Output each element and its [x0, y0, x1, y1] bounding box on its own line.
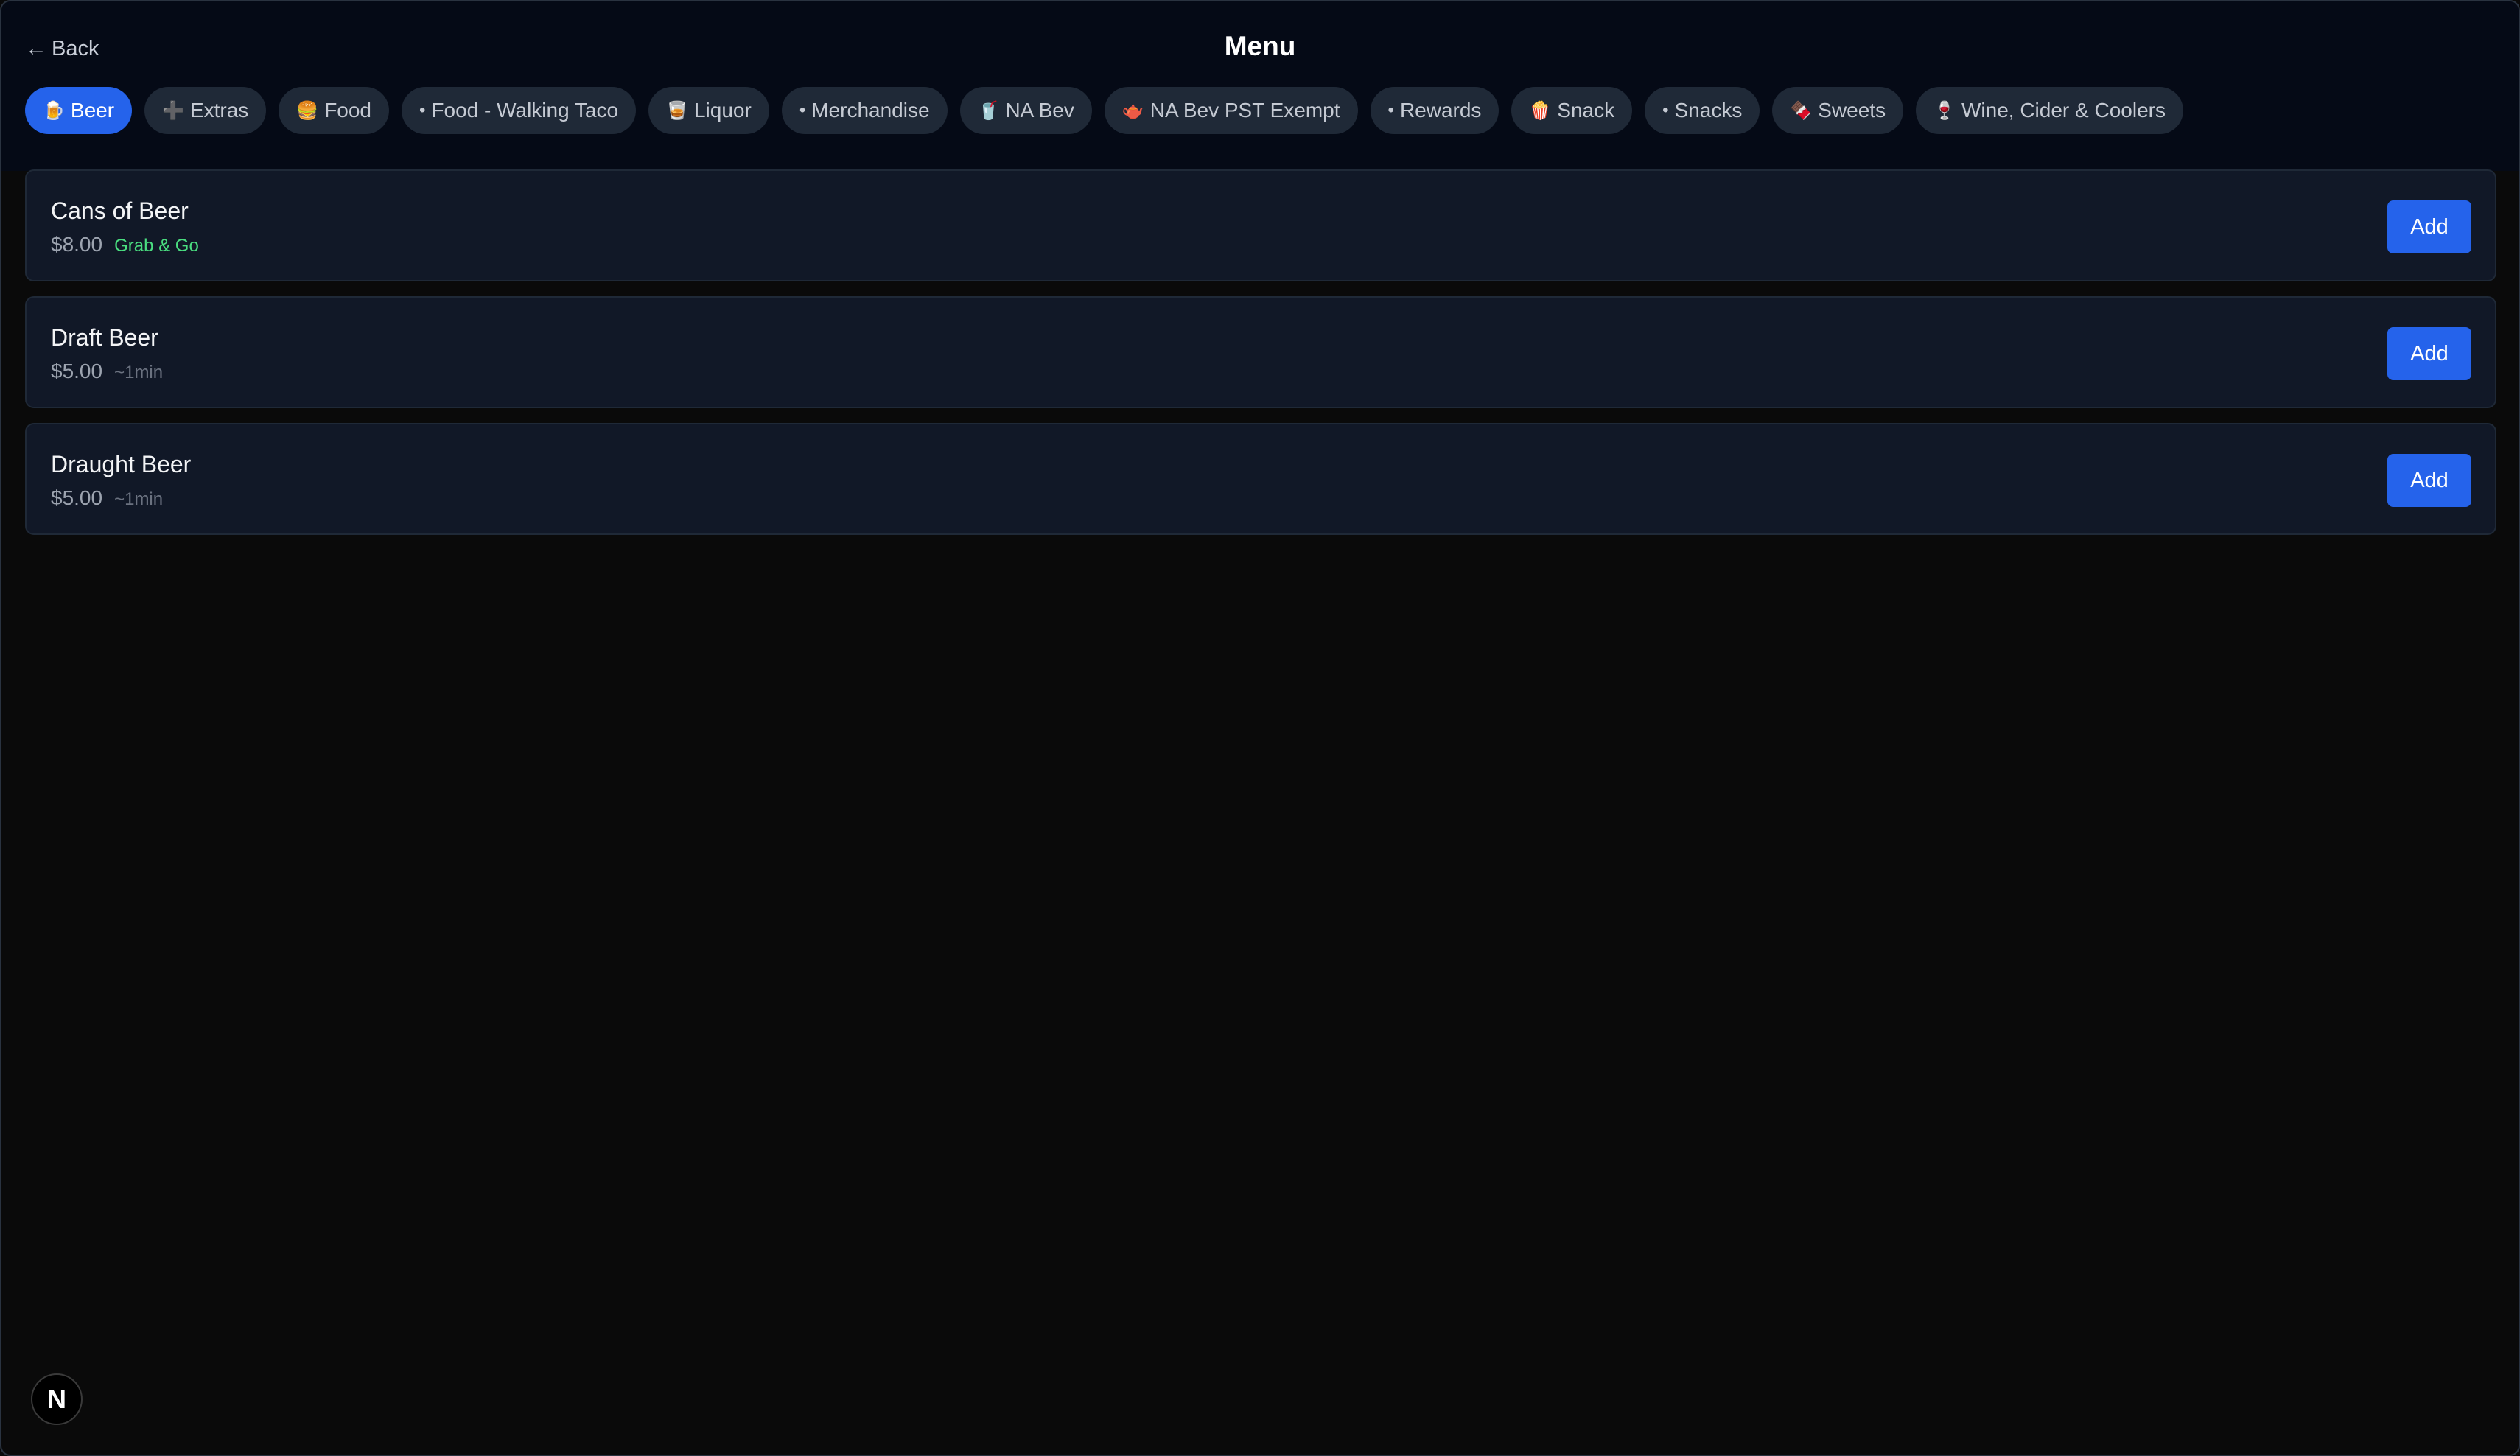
item-eta: ~1min: [114, 489, 164, 509]
tab-label: Wine, Cider & Coolers: [1961, 99, 2166, 122]
header: ← Back Menu 🍺 Beer ➕ Extras 🍔 Food • Foo…: [1, 1, 2519, 171]
burger-icon: 🍔: [296, 100, 319, 121]
page-title: Menu: [1224, 31, 1296, 61]
tab-label: Liquor: [693, 99, 752, 122]
tab-label: Food: [324, 99, 372, 122]
tab-label: Snack: [1557, 99, 1615, 122]
item-name: Cans of Beer: [51, 197, 189, 224]
item-eta: ~1min: [114, 363, 164, 382]
bullet-icon: •: [419, 100, 426, 120]
grab-and-go-tag: Grab & Go: [114, 236, 199, 256]
tab-extras[interactable]: ➕ Extras: [144, 87, 267, 134]
menu-item: Cans of Beer $8.00 Grab & Go Add: [25, 169, 2496, 281]
tab-na-bev[interactable]: 🥤 NA Bev: [959, 87, 1092, 134]
tab-label: Snacks: [1674, 99, 1743, 122]
tab-label: Extras: [189, 99, 249, 122]
item-meta: $8.00 Grab & Go: [51, 233, 199, 256]
chocolate-bar-icon: 🍫: [1790, 100, 1813, 121]
bullet-icon: •: [1662, 100, 1669, 120]
item-name: Draught Beer: [51, 451, 192, 477]
tab-label: Beer: [70, 99, 115, 122]
tab-label: NA Bev: [1005, 99, 1074, 122]
tab-label: Sweets: [1818, 99, 1886, 122]
add-button[interactable]: Add: [2387, 200, 2471, 253]
add-button[interactable]: Add: [2387, 454, 2471, 507]
tab-rewards[interactable]: • Rewards: [1370, 87, 1499, 134]
item-name: Draft Beer: [51, 324, 158, 351]
cup-with-straw-icon: 🥤: [977, 100, 1000, 121]
teapot-icon: 🫖: [1121, 100, 1144, 121]
tab-food[interactable]: 🍔 Food: [279, 87, 390, 134]
item-meta: $5.00 ~1min: [51, 360, 163, 383]
item-price: $8.00: [51, 233, 103, 256]
menu-item: Draft Beer $5.00 ~1min Add: [25, 296, 2496, 408]
tab-label: Rewards: [1399, 99, 1482, 122]
tab-sweets[interactable]: 🍫 Sweets: [1772, 87, 1904, 134]
tab-wine-cider-coolers[interactable]: 🍷 Wine, Cider & Coolers: [1916, 87, 2183, 134]
tab-merchandise[interactable]: • Merchandise: [781, 87, 948, 134]
tab-snack[interactable]: 🍿 Snack: [1511, 87, 1633, 134]
item-price: $5.00: [51, 486, 103, 509]
tab-food-walking-taco[interactable]: • Food - Walking Taco: [402, 87, 637, 134]
bullet-icon: •: [1387, 100, 1394, 120]
tab-label: NA Bev PST Exempt: [1149, 99, 1340, 122]
tab-liquor[interactable]: 🥃 Liquor: [648, 87, 769, 134]
app-window: ← Back Menu 🍺 Beer ➕ Extras 🍔 Food • Foo…: [0, 0, 2520, 1456]
tab-label: Food - Walking Taco: [431, 99, 619, 122]
plus-icon: ➕: [162, 100, 184, 121]
dev-tools-badge[interactable]: N: [31, 1373, 83, 1425]
tumbler-glass-icon: 🥃: [666, 100, 688, 121]
item-meta: $5.00 ~1min: [51, 486, 163, 510]
tab-snacks[interactable]: • Snacks: [1645, 87, 1760, 134]
menu-item-list: Cans of Beer $8.00 Grab & Go Add Draft B…: [25, 169, 2496, 550]
tab-beer[interactable]: 🍺 Beer: [25, 87, 133, 134]
category-tabs: 🍺 Beer ➕ Extras 🍔 Food • Food - Walking …: [25, 87, 2183, 134]
tab-na-bev-pst-exempt[interactable]: 🫖 NA Bev PST Exempt: [1104, 87, 1358, 134]
tab-label: Merchandise: [811, 99, 930, 122]
popcorn-icon: 🍿: [1529, 100, 1552, 121]
menu-item: Draught Beer $5.00 ~1min Add: [25, 423, 2496, 535]
add-button[interactable]: Add: [2387, 327, 2471, 380]
bullet-icon: •: [799, 100, 806, 120]
item-price: $5.00: [51, 360, 103, 382]
wine-glass-icon: 🍷: [1933, 100, 1956, 121]
beer-icon: 🍺: [43, 100, 65, 121]
